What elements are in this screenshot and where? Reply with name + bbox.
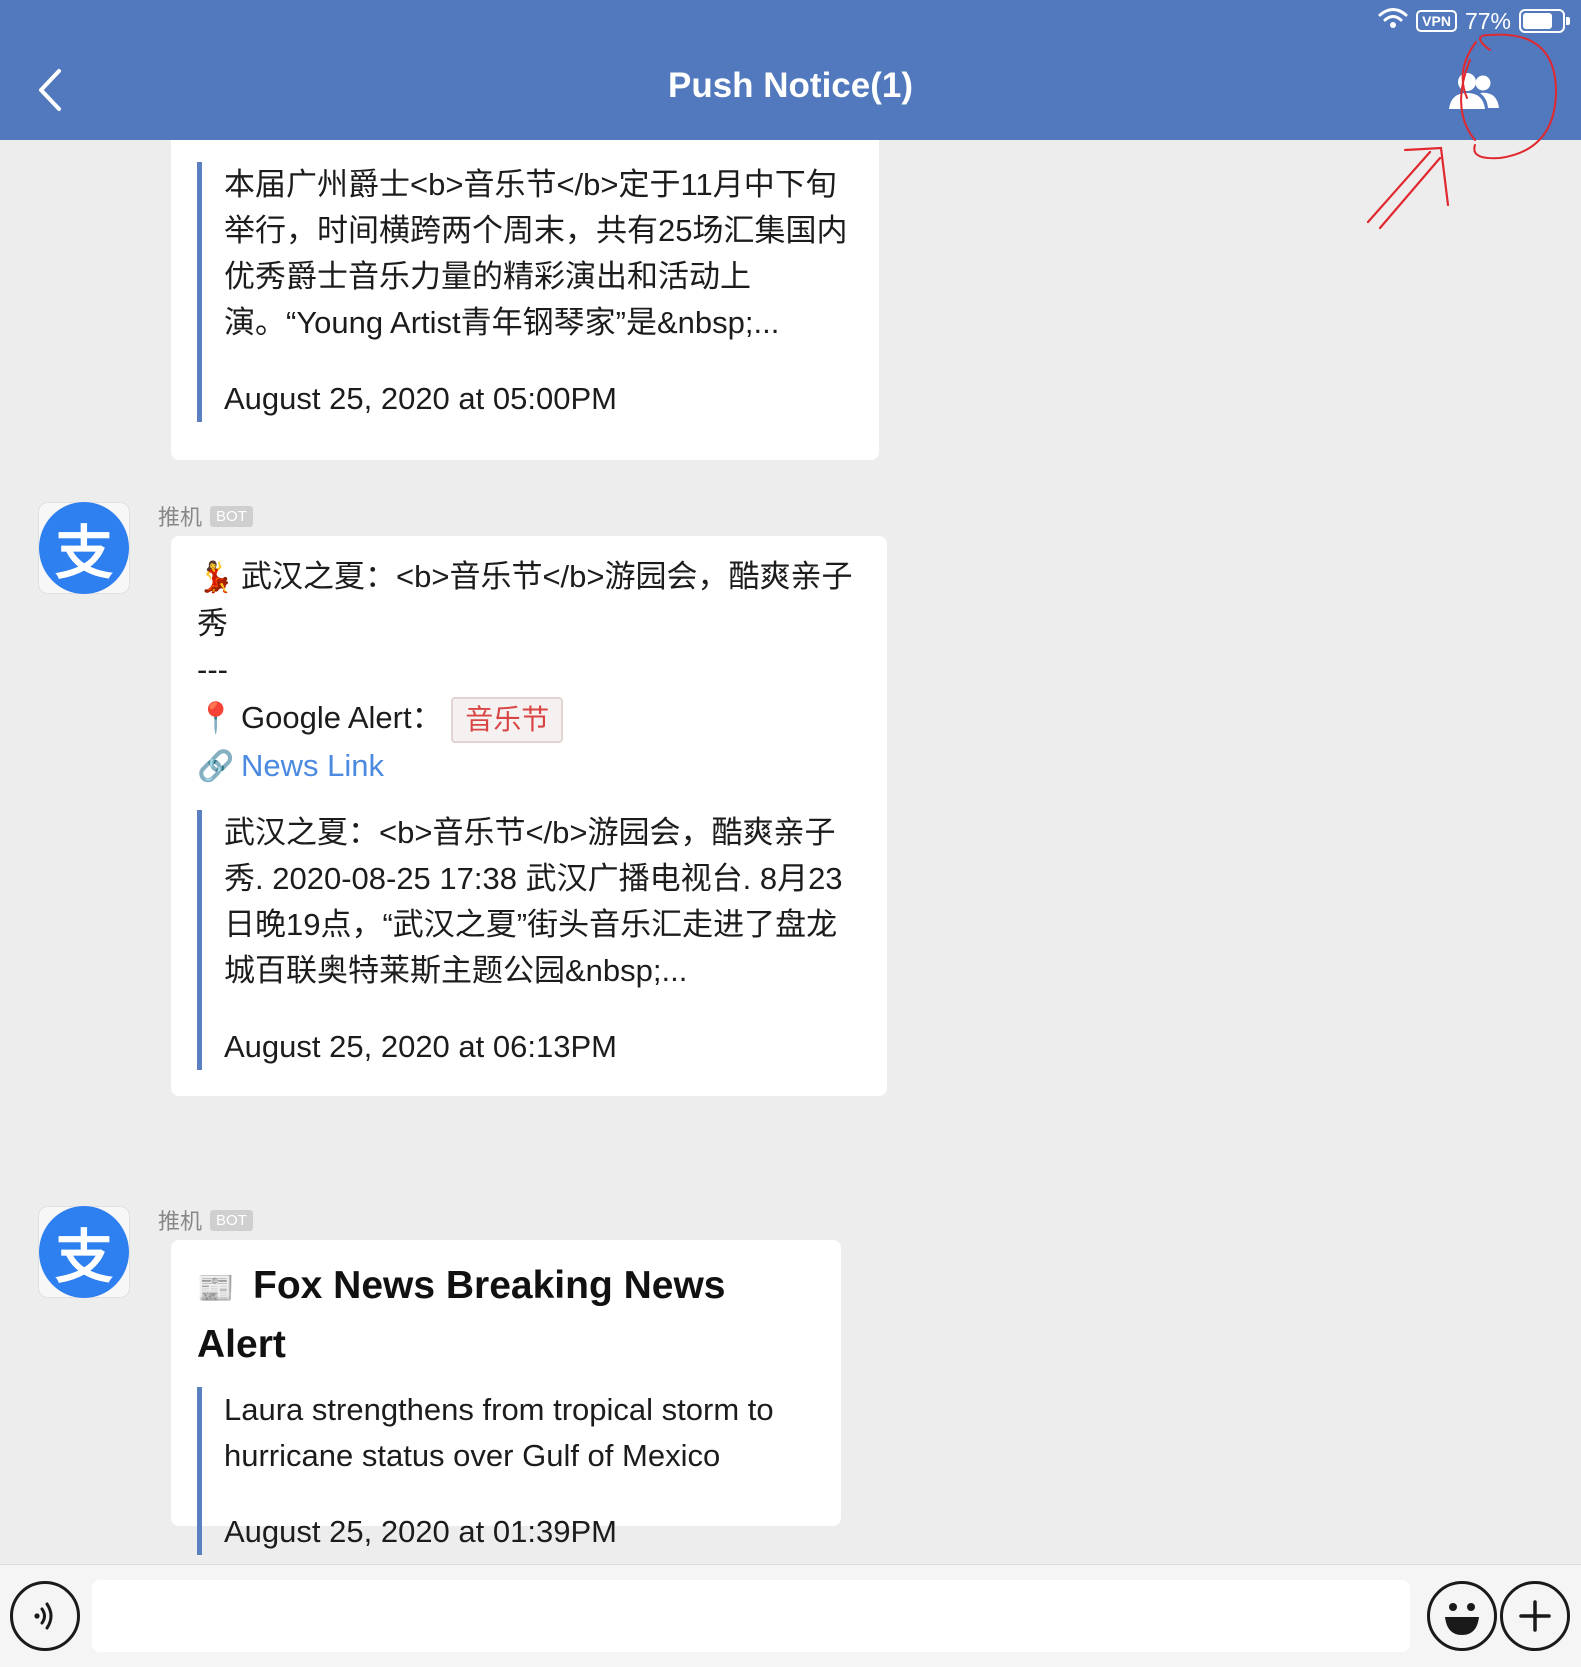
message-card[interactable]: 💃 武汉之夏：<b>音乐节</b>游园会，酷爽亲子秀 --- 📍 Google Al… [171, 536, 887, 1096]
alipay-logo-icon: 支 [39, 1206, 129, 1298]
sender-name-row: 推机 BOT [158, 500, 253, 532]
avatar[interactable]: 支 [38, 1206, 130, 1298]
chat-screen: VPN 77% Push Notice(1) 本届广州爵士<b>音乐节</b>定… [0, 0, 1581, 1667]
timestamp: August 25, 2020 at 01:39PM [224, 1514, 617, 1549]
message-headline: 📰 Fox News Breaking News Alert [197, 1258, 815, 1373]
sender-name: 推机 [158, 505, 203, 530]
quote-block: 本届广州爵士<b>音乐节</b>定于11月中下旬举行，时间横跨两个周末，共有25… [197, 162, 853, 422]
sender-name: 推机 [158, 1209, 203, 1234]
message-list[interactable]: 本届广州爵士<b>音乐节</b>定于11月中下旬举行，时间横跨两个周末，共有25… [0, 140, 1581, 1564]
news-link[interactable]: News Link [241, 748, 384, 783]
headline-text: Fox News Breaking News Alert [197, 1264, 726, 1366]
alert-label: Google Alert： [241, 700, 443, 735]
keyword-tag[interactable]: 音乐节 [451, 696, 564, 743]
message-headline: 💃 武汉之夏：<b>音乐节</b>游园会，酷爽亲子秀 [197, 554, 861, 647]
group-icon [1449, 73, 1499, 109]
voice-button[interactable] [10, 1581, 80, 1651]
newspaper-emoji-icon: 📰 [197, 1272, 235, 1305]
message-card[interactable]: 📰 Fox News Breaking News Alert Laura stre… [171, 1240, 841, 1555]
bot-badge: BOT [210, 1209, 253, 1231]
vpn-badge: VPN [1416, 10, 1457, 32]
sender-name-row: 推机 BOT [158, 1204, 253, 1236]
contacts-button[interactable] [1441, 58, 1507, 124]
battery-icon [1519, 9, 1570, 33]
add-button[interactable] [1500, 1581, 1570, 1651]
page-title: Push Notice(1) [667, 66, 914, 105]
headline-text: 武汉之夏：<b>音乐节</b>游园会，酷爽亲子秀 [197, 559, 853, 641]
status-bar: VPN 77% [1378, 6, 1570, 36]
battery-percent: 77% [1464, 7, 1511, 34]
message-card[interactable]: 本届广州爵士<b>音乐节</b>定于11月中下旬举行，时间横跨两个周末，共有25… [171, 140, 879, 460]
avatar[interactable]: 支 [38, 502, 130, 594]
timestamp: August 25, 2020 at 05:00PM [224, 381, 617, 416]
nav-header: VPN 77% Push Notice(1) [0, 0, 1581, 140]
plus-icon [1519, 1600, 1551, 1632]
battery-level [1523, 13, 1553, 29]
bot-badge: BOT [210, 505, 253, 527]
message-input[interactable] [92, 1580, 1410, 1652]
link-emoji-icon: 🔗 [197, 749, 235, 783]
emoji-button[interactable] [1427, 1581, 1497, 1651]
quote-block: 武汉之夏：<b>音乐节</b>游园会，酷爽亲子秀. 2020-08-25 17:… [197, 809, 861, 1070]
wifi-icon [1378, 7, 1408, 35]
input-toolbar [0, 1564, 1581, 1667]
quote-block: Laura strengthens from tropical storm to… [197, 1387, 815, 1555]
alipay-logo-icon: 支 [39, 502, 129, 594]
timestamp: August 25, 2020 at 06:13PM [224, 1028, 617, 1064]
quote-text: Laura strengthens from tropical storm to… [224, 1392, 774, 1473]
separator: --- [197, 652, 228, 687]
voice-icon [34, 1602, 53, 1630]
link-row: 🔗 News Link [197, 743, 861, 790]
quote-text: 武汉之夏：<b>音乐节</b>游园会，酷爽亲子秀. 2020-08-25 17:… [224, 814, 843, 988]
dancer-emoji-icon: 💃 [197, 561, 235, 594]
quote-text: 本届广州爵士<b>音乐节</b>定于11月中下旬举行，时间横跨两个周末，共有25… [224, 167, 848, 340]
smiley-icon [1445, 1603, 1479, 1635]
alert-row: 📍 Google Alert： 音乐节 [197, 695, 861, 743]
pin-emoji-icon: 📍 [197, 702, 235, 735]
